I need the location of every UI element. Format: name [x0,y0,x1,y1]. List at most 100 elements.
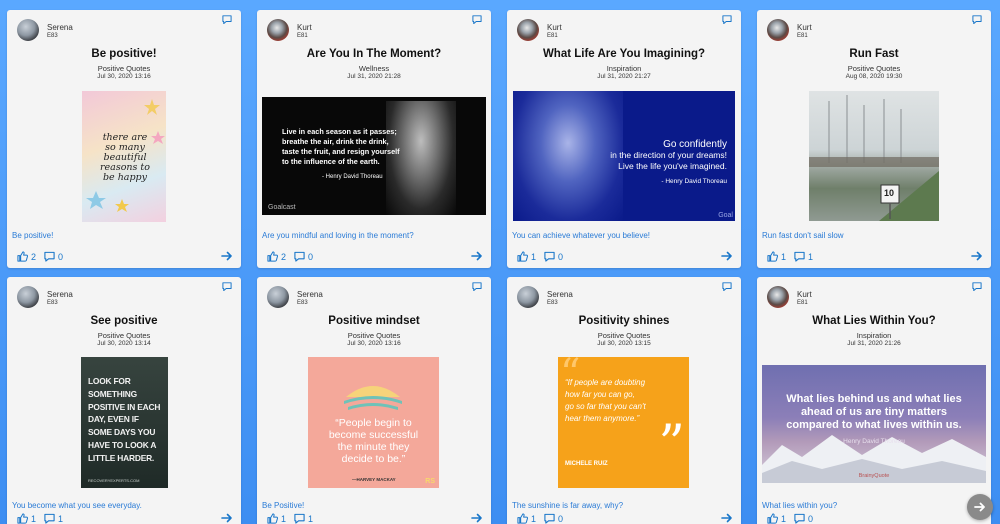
post-card[interactable]: Kurt E81 Run Fast Positive Quotes Aug 08… [757,10,991,268]
image-text-line: SOMETHING [88,388,137,399]
post-title: What Life Are You Imagining? [542,48,706,60]
image-text-line: ahead of us are tiny matters [800,406,948,418]
post-category: Inspiration [606,64,642,73]
arrow-right-icon[interactable] [221,250,233,262]
avatar[interactable] [267,286,289,308]
post-card[interactable]: Serena E83 See positive Positive Quotes … [7,277,241,524]
comment-icon[interactable] [222,282,232,291]
post-title: Be positive! [91,48,157,60]
comment-button[interactable]: 1 [294,513,313,524]
comment-button[interactable]: 0 [544,251,563,262]
image-text-line: Go confidently [663,139,727,150]
post-date: Jul 30, 2020 13:14 [97,340,151,347]
post-image[interactable]: Go confidently in the direction of your … [513,91,735,221]
comment-count: 1 [308,513,314,524]
image-text-line: Goalcast [268,204,296,211]
post-caption: What lies within you? [762,501,838,510]
avatar[interactable] [517,286,539,308]
comment-icon [294,251,305,262]
comment-button[interactable]: 0 [794,513,813,524]
like-button[interactable]: 1 [517,513,536,524]
comment-button[interactable]: 1 [44,513,63,524]
comment-count: 1 [58,513,64,524]
post-image[interactable]: Live in each season as it passes; breath… [262,97,486,215]
post-title: Positive mindset [328,315,420,327]
post-actions: 2 0 [17,251,63,262]
comment-button[interactable]: 0 [44,251,63,262]
image-text-line: be happy [102,172,148,183]
arrow-right-icon[interactable] [721,512,733,524]
comment-icon[interactable] [722,282,732,291]
author-name[interactable]: Kurt [797,23,812,32]
like-button[interactable]: 1 [17,513,36,524]
like-count: 1 [781,251,787,262]
arrow-right-icon[interactable] [471,250,483,262]
post-card[interactable]: Serena E83 Positive mindset Positive Quo… [257,277,491,524]
arrow-right-icon[interactable] [221,512,233,524]
arrow-right-icon [974,502,985,512]
image-text-line: 10 [884,188,895,198]
like-button[interactable]: 1 [767,513,786,524]
post-image[interactable]: 10 [809,91,939,221]
image-text-line: taste the fruit, and resign yourself [282,147,400,156]
post-image[interactable]: “ ” “If people are doubting how far you … [558,357,689,488]
avatar[interactable] [17,19,39,41]
arrow-right-icon[interactable] [721,250,733,262]
comment-icon[interactable] [722,15,732,24]
comment-button[interactable]: 0 [294,251,313,262]
post-image[interactable]: What lies behind us and what lies ahead … [762,365,986,483]
like-button[interactable]: 1 [767,251,786,262]
avatar[interactable] [767,286,789,308]
arrow-right-icon[interactable] [971,250,983,262]
scroll-to-top-button[interactable] [967,494,993,520]
post-category: Positive Quotes [347,331,401,340]
post-card[interactable]: Kurt E81 Are You In The Moment? Wellness… [257,10,491,268]
post-card[interactable]: Kurt E81 What Life Are You Imagining? In… [507,10,741,268]
arrow-right-icon[interactable] [471,512,483,524]
like-button[interactable]: 1 [517,251,536,262]
post-card[interactable]: Serena E83 Positivity shines Positive Qu… [507,277,741,524]
post-image[interactable]: LOOK FOR SOMETHING POSITIVE IN EACH DAY,… [81,357,168,488]
avatar[interactable] [517,19,539,41]
comment-icon[interactable] [972,15,982,24]
comment-icon[interactable] [472,15,482,24]
image-text-line: to the influence of the earth. [282,157,380,166]
comment-count: 0 [58,251,64,262]
comment-icon [544,251,555,262]
avatar[interactable] [767,19,789,41]
comment-button[interactable]: 1 [794,251,813,262]
author-name[interactable]: Serena [547,290,573,299]
comment-button[interactable]: 0 [544,513,563,524]
post-image[interactable]: there are so many beautiful reasons to b… [82,91,166,222]
avatar[interactable] [267,19,289,41]
author-name[interactable]: Kurt [297,23,312,32]
author-name[interactable]: Serena [47,23,73,32]
avatar[interactable] [17,286,39,308]
comment-count: 0 [808,513,814,524]
post-image[interactable]: “People begin to become successful the m… [308,357,439,488]
author-name[interactable]: Serena [297,290,323,299]
post-card[interactable]: Kurt E81 What Lies Within You? Inspirati… [757,277,991,524]
image-text-line: become successful [328,429,419,441]
quote-mark-icon: ” [658,415,685,475]
post-caption: You can achieve whatever you believe! [512,231,651,240]
post-date: Jul 31, 2020 21:28 [347,73,401,80]
like-button[interactable]: 2 [17,251,36,262]
image-text-line: the minute they [337,441,410,453]
author-name[interactable]: Kurt [547,23,562,32]
author-name[interactable]: Serena [47,290,73,299]
image-text-line: BrainyQuote [858,473,890,479]
author-name[interactable]: Kurt [797,290,812,299]
comment-count: 0 [308,251,314,262]
comment-icon [544,513,555,524]
post-title: Are You In The Moment? [306,48,442,60]
post-actions: 1 0 [517,513,563,524]
like-button[interactable]: 1 [267,513,286,524]
like-button[interactable]: 2 [267,251,286,262]
comment-icon[interactable] [472,282,482,291]
post-card[interactable]: Serena E83 Be positive! Positive Quotes … [7,10,241,268]
comment-icon[interactable] [972,282,982,291]
author-level: E83 [47,300,58,306]
comment-icon[interactable] [222,15,232,24]
like-count: 1 [531,251,537,262]
